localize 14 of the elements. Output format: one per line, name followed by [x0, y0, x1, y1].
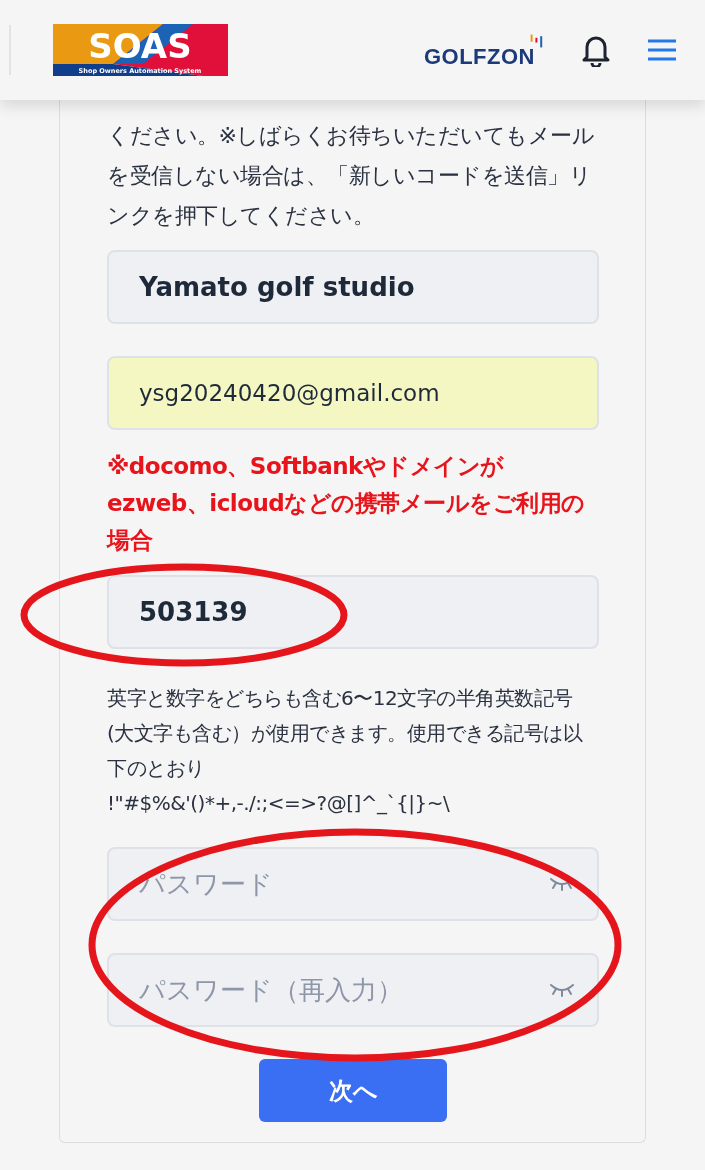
password-field[interactable]: パスワード: [107, 847, 599, 921]
next-button[interactable]: 次へ: [259, 1059, 447, 1122]
input-field[interactable]: ysg20240420@gmail.com: [107, 356, 599, 430]
menu-icon[interactable]: [647, 39, 677, 61]
hidden-eye-icon[interactable]: [549, 876, 575, 892]
input-field[interactable]: 503139: [107, 575, 599, 649]
hint-text: !"#$%&'()*+,-./:;<=>?@[]^_`{|}~\: [107, 790, 451, 817]
golfzon-logo: GOLFZON: [423, 30, 545, 70]
hint-text: 英字と数字をどちらも含む6〜12文字の半角英数記号(大文字も含む）が使用できます。使用できる記号は以下のとおり: [107, 685, 584, 782]
password-field[interactable]: パスワード（再入力）: [107, 953, 599, 1027]
input-field[interactable]: Yamato golf studio: [107, 250, 599, 324]
warning-text: ※docomo、Softbankやドメインがezweb、icloudなどの携帯メールをご利用の場合: [107, 452, 586, 555]
instruction-text: ください。※しばらくお待ちいただいてもメールを受信しない場合は、「新しいコードを送信」リンクを押下してください。: [107, 122, 596, 230]
hidden-eye-icon[interactable]: [549, 982, 575, 998]
